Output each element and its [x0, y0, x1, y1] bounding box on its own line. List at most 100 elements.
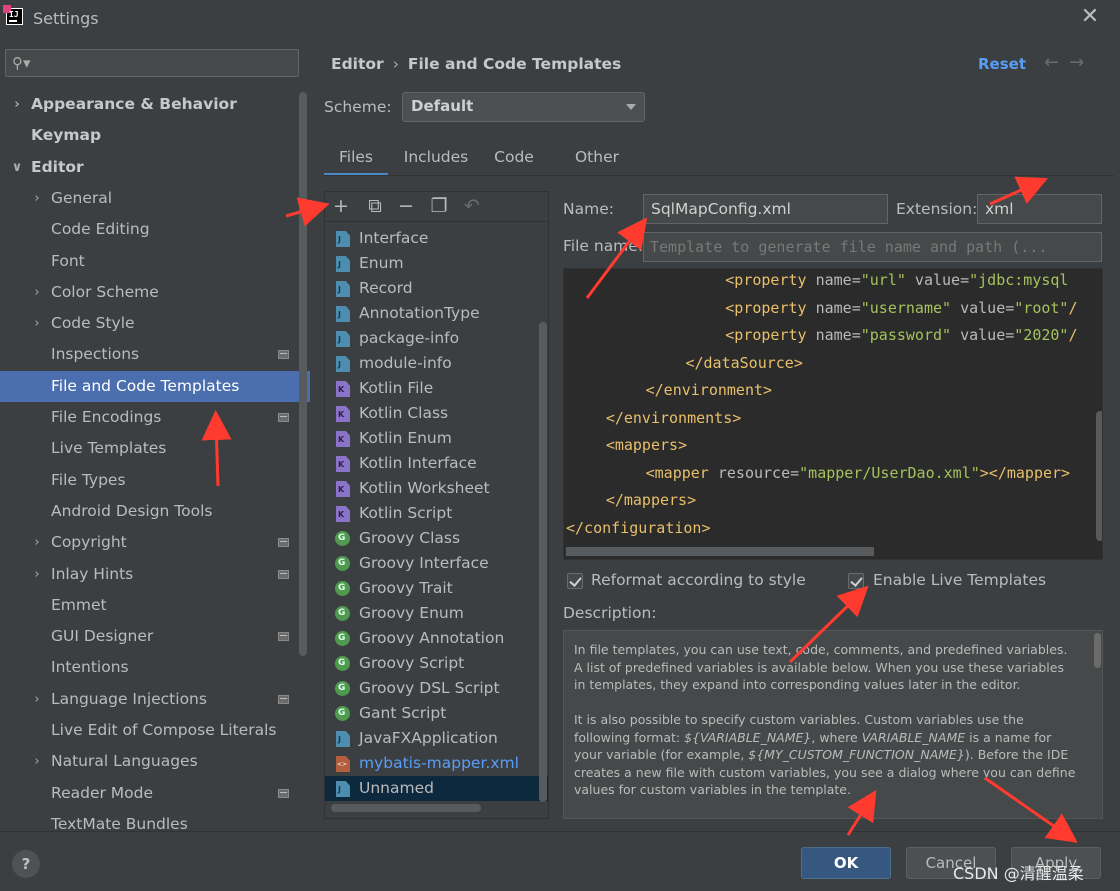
- template-list-item[interactable]: Groovy Class: [325, 526, 548, 551]
- ok-button[interactable]: OK: [801, 847, 891, 879]
- sidebar-item-label: Editor: [31, 157, 84, 176]
- chevron-right-icon[interactable]: ›: [31, 559, 43, 590]
- java-file-icon: [336, 781, 350, 797]
- template-list-item[interactable]: mybatis-mapper.xml: [325, 751, 548, 776]
- template-list-item[interactable]: JavaFXApplication: [325, 726, 548, 751]
- chevron-down-icon[interactable]: ∨: [11, 152, 23, 183]
- code-line: </dataSource>: [685, 353, 803, 372]
- file-name-field[interactable]: Template to generate file name and path …: [643, 232, 1102, 262]
- sidebar-item[interactable]: File and Code Templates: [0, 370, 310, 402]
- sidebar-item[interactable]: › Natural Languages: [0, 746, 310, 777]
- back-arrow-icon[interactable]: ←: [1044, 52, 1069, 73]
- help-icon[interactable]: ?: [12, 850, 40, 878]
- template-list-item[interactable]: Gant Script: [325, 701, 548, 726]
- chevron-right-icon[interactable]: ›: [11, 89, 23, 120]
- reformat-checkbox[interactable]: [567, 573, 583, 589]
- sidebar-item[interactable]: Live Edit of Compose Literals: [0, 715, 310, 746]
- sidebar-item[interactable]: Live Templates: [0, 433, 310, 464]
- sidebar-item[interactable]: Intentions: [0, 652, 310, 683]
- java-file-icon: [336, 306, 350, 322]
- reset-link[interactable]: Reset: [978, 55, 1026, 73]
- template-list-hscrollbar[interactable]: [331, 804, 481, 812]
- template-list-item[interactable]: module-info: [325, 351, 548, 376]
- sidebar-item[interactable]: Inspections: [0, 339, 310, 370]
- sidebar-item-label: Code Style: [51, 314, 135, 333]
- template-list-item[interactable]: Groovy Script: [325, 651, 548, 676]
- sidebar-item[interactable]: GUI Designer: [0, 621, 310, 652]
- tab-includes[interactable]: Includes: [400, 142, 472, 176]
- project-scope-icon: [278, 350, 289, 360]
- chevron-right-icon[interactable]: ›: [31, 527, 43, 558]
- template-list-item[interactable]: Kotlin Interface: [325, 451, 548, 476]
- sidebar-item[interactable]: File Types: [0, 465, 310, 496]
- forward-arrow-icon[interactable]: →: [1069, 52, 1094, 73]
- template-list-item[interactable]: Kotlin Class: [325, 401, 548, 426]
- extension-field[interactable]: xml: [977, 194, 1102, 224]
- template-list: Interface Enum Record AnnotationType package…: [325, 222, 548, 818]
- template-list-item[interactable]: package-info: [325, 326, 548, 351]
- chevron-right-icon[interactable]: ›: [31, 684, 43, 715]
- template-list-item-label: Groovy Script: [359, 654, 465, 672]
- name-label: Name:: [563, 200, 614, 218]
- close-icon[interactable]: ✕: [1079, 6, 1101, 28]
- template-list-item[interactable]: Groovy Trait: [325, 576, 548, 601]
- template-list-item[interactable]: Kotlin Enum: [325, 426, 548, 451]
- template-list-item[interactable]: Kotlin Worksheet: [325, 476, 548, 501]
- template-list-item[interactable]: Record: [325, 276, 548, 301]
- remove-icon[interactable]: −: [395, 195, 417, 217]
- tab-code[interactable]: Code: [490, 142, 538, 176]
- code-hscrollbar[interactable]: [566, 547, 874, 556]
- template-list-item[interactable]: Groovy Annotation: [325, 626, 548, 651]
- template-list-item[interactable]: Kotlin File: [325, 376, 548, 401]
- chevron-right-icon[interactable]: ›: [31, 183, 43, 214]
- sidebar-item[interactable]: › Inlay Hints: [0, 559, 310, 590]
- sidebar-scrollbar[interactable]: [299, 92, 307, 656]
- sidebar-item[interactable]: Keymap: [0, 120, 310, 151]
- xml-file-icon: [336, 756, 350, 772]
- tab-files[interactable]: Files: [324, 142, 388, 176]
- sidebar-item-label: General: [51, 188, 113, 207]
- java-file-icon: [336, 731, 350, 747]
- sidebar-item[interactable]: › Appearance & Behavior: [0, 89, 310, 120]
- sidebar-item[interactable]: › Copyright: [0, 527, 310, 558]
- copy-icon[interactable]: ❐: [428, 195, 450, 217]
- sidebar-item[interactable]: File Encodings: [0, 402, 310, 433]
- sidebar-item[interactable]: ∨ Editor: [0, 152, 310, 183]
- chevron-right-icon[interactable]: ›: [31, 277, 43, 308]
- template-list-item[interactable]: Groovy DSL Script: [325, 676, 548, 701]
- sidebar-item[interactable]: › Code Style: [0, 308, 310, 339]
- sidebar-item-label: Language Injections: [51, 689, 207, 708]
- code-scrollbar[interactable]: [1096, 411, 1102, 541]
- template-list-item[interactable]: Groovy Enum: [325, 601, 548, 626]
- live-templates-checkbox[interactable]: [848, 573, 864, 589]
- chevron-right-icon[interactable]: ›: [31, 308, 43, 339]
- sidebar-item[interactable]: Font: [0, 246, 310, 277]
- sidebar-item[interactable]: Code Editing: [0, 214, 310, 245]
- sidebar-item[interactable]: Emmet: [0, 590, 310, 621]
- tab-other[interactable]: Other: [564, 142, 630, 176]
- chevron-right-icon[interactable]: ›: [31, 746, 43, 777]
- sidebar-item[interactable]: › Color Scheme: [0, 277, 310, 308]
- search-icon: ⚲▾: [12, 54, 31, 72]
- sidebar-item[interactable]: › General: [0, 183, 310, 214]
- add-child-icon[interactable]: ⧉: [364, 195, 386, 217]
- settings-search-input[interactable]: ⚲▾: [5, 49, 299, 77]
- template-list-item[interactable]: AnnotationType: [325, 301, 548, 326]
- scheme-dropdown[interactable]: Default: [402, 92, 645, 122]
- template-code-editor[interactable]: </configuration> </mappers> <mapper resour…: [563, 268, 1103, 560]
- template-list-item[interactable]: Unnamed: [325, 776, 548, 801]
- sidebar-item[interactable]: Reader Mode: [0, 778, 310, 809]
- sidebar-item[interactable]: Android Design Tools: [0, 496, 310, 527]
- template-list-item[interactable]: Kotlin Script: [325, 501, 548, 526]
- sidebar-item[interactable]: › Language Injections: [0, 684, 310, 715]
- template-list-item[interactable]: Groovy Interface: [325, 551, 548, 576]
- template-list-item[interactable]: Enum: [325, 251, 548, 276]
- template-list-item[interactable]: Interface: [325, 226, 548, 251]
- project-scope-icon: [278, 788, 289, 798]
- chevron-down-icon: [626, 104, 636, 110]
- live-templates-label: Enable Live Templates: [873, 571, 1047, 589]
- template-list-scrollbar[interactable]: [539, 322, 547, 802]
- template-name-field[interactable]: SqlMapConfig.xml: [643, 194, 888, 224]
- add-icon[interactable]: +: [330, 195, 352, 217]
- description-scrollbar[interactable]: [1094, 633, 1101, 668]
